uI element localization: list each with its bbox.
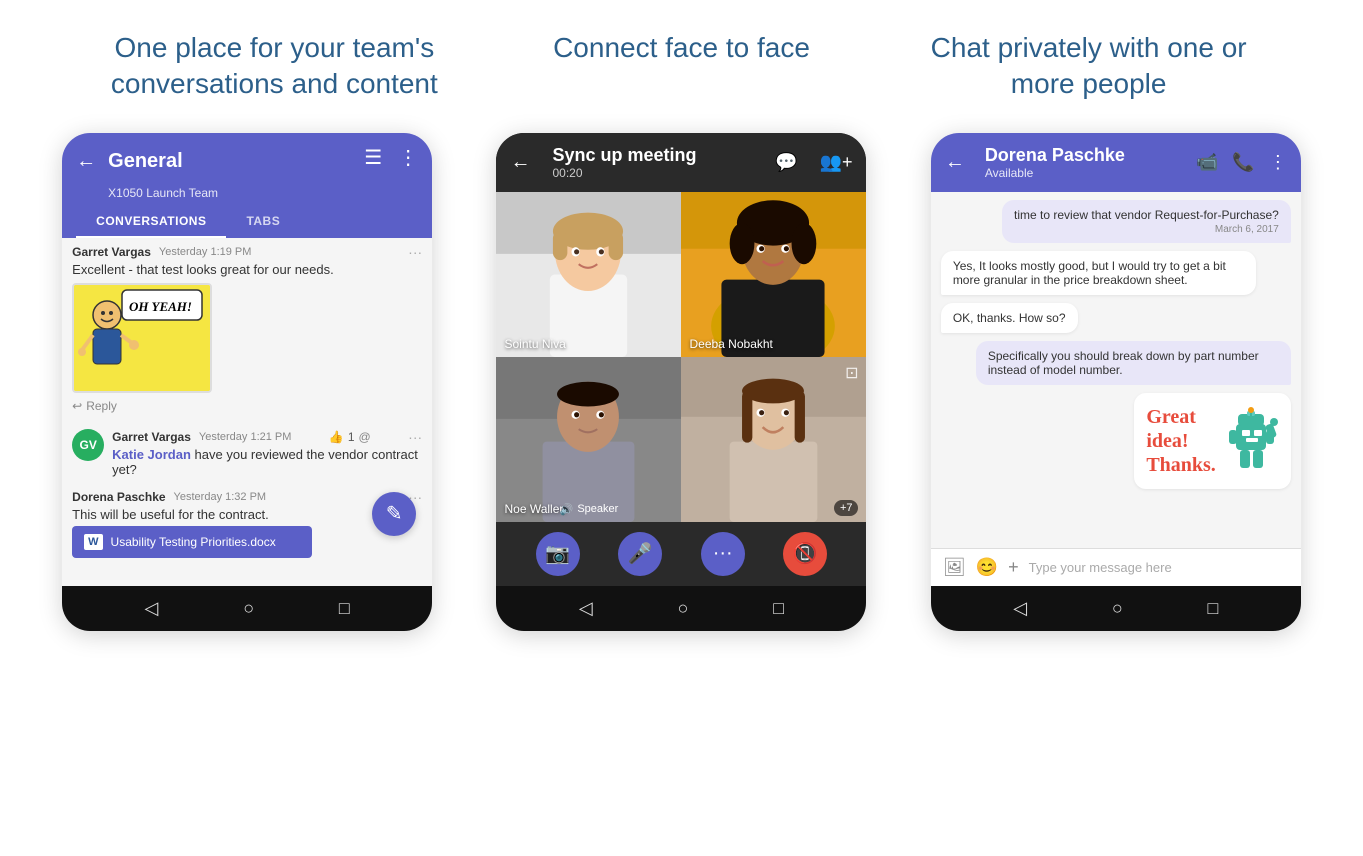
more-icon-3[interactable]: ⋮ (1269, 152, 1287, 173)
msg-dots[interactable]: ··· (408, 244, 422, 260)
msg-dots-2[interactable]: ··· (408, 429, 422, 445)
more-button[interactable]: ··· (701, 532, 745, 576)
video-cell-4: ⊡ (681, 357, 866, 522)
heading-2: Connect face to face (553, 30, 810, 103)
contact-status: Available (985, 166, 1188, 180)
back-nav-icon[interactable]: ◁ (145, 598, 159, 619)
msg-bubble-1: time to review that vendor Request-for-P… (1002, 200, 1291, 243)
video-call-icon[interactable]: 📹 (1196, 152, 1218, 173)
video-cell-3: Noe Wallen 🔊 Speaker (496, 357, 681, 522)
call-controls: 📷 🎤 ··· 📵 (496, 522, 866, 586)
back-button-3[interactable]: ← (945, 151, 965, 174)
message-2: GV Garret Vargas Yesterday 1:21 PM 👍1@ ·… (62, 423, 432, 483)
heading-3: Chat privately with one or more people (899, 30, 1279, 103)
word-icon: W (84, 534, 102, 550)
phone3-input-bar: 🖼 😊 + Type your message here (931, 548, 1301, 586)
person3-label: Noe Wallen (504, 502, 566, 516)
message-input[interactable]: Type your message here (1029, 560, 1289, 575)
back-nav-3[interactable]: ◁ (1013, 598, 1027, 619)
chat-icon[interactable]: ☰ (364, 145, 382, 170)
meeting-title: Sync up meeting (552, 145, 696, 165)
end-call-button[interactable]: 📵 (783, 532, 827, 576)
emoji-icon[interactable]: 😊 (976, 557, 998, 578)
phone1-header: ← General ☰ ⋮ X1050 Launch Team CONVERSA… (62, 133, 432, 238)
phone2-nav: ◁ ○ □ (496, 586, 866, 631)
sticker-msg: Great idea! Thanks. (1134, 393, 1291, 489)
add-icon[interactable]: + (1008, 557, 1019, 578)
screen-share-icon: ⊡ (845, 363, 858, 383)
phone3-header: ← Dorena Paschke Available 📹 📞 ⋮ (931, 133, 1301, 192)
meeting-timer: 00:20 (552, 166, 696, 180)
phone3-nav: ◁ ○ □ (931, 586, 1301, 631)
recents-nav-icon[interactable]: □ (339, 598, 350, 619)
mic-button[interactable]: 🎤 (618, 532, 662, 576)
reply-button[interactable]: ↩ Reply (72, 399, 422, 413)
video-grid: Sointu Niva (496, 192, 866, 522)
voice-call-icon[interactable]: 📞 (1232, 152, 1254, 173)
contact-name: Dorena Paschke (985, 145, 1188, 166)
home-nav-icon[interactable]: ○ (243, 598, 254, 619)
video-cell-1: Sointu Niva (496, 192, 681, 357)
home-nav-3[interactable]: ○ (1112, 598, 1123, 619)
phone3-body: time to review that vendor Request-for-P… (931, 192, 1301, 548)
svg-text:OH YEAH!: OH YEAH! (129, 299, 192, 314)
tab-tabs[interactable]: TABS (226, 206, 300, 238)
recents-nav-3[interactable]: □ (1208, 598, 1219, 619)
image-icon[interactable]: 🖼 (943, 557, 966, 578)
phone-3: ← Dorena Paschke Available 📹 📞 ⋮ ti (931, 133, 1301, 631)
phone-1: ← General ☰ ⋮ X1050 Launch Team CONVERSA… (62, 133, 432, 631)
video-cell-2: Deeba Nobakht (681, 192, 866, 357)
reactions: 👍1@ (329, 430, 371, 444)
person1-label: Sointu Niva (504, 337, 565, 351)
phone2-header: ← Sync up meeting 00:20 💬 👥+ (496, 133, 866, 192)
avatar-garret: GV (72, 429, 104, 461)
msg-bubble-2: Yes, It looks mostly good, but I would t… (941, 251, 1256, 295)
compose-button[interactable]: ✎ (372, 492, 416, 536)
sticker: OH YEAH! (72, 283, 212, 393)
file-attachment[interactable]: W Usability Testing Priorities.docx (72, 526, 312, 558)
phone1-nav: ◁ ○ □ (62, 586, 432, 631)
home-nav-2[interactable]: ○ (678, 598, 689, 619)
channel-subtitle: X1050 Launch Team (108, 186, 418, 200)
chat-icon-2[interactable]: 💬 (775, 152, 797, 173)
plus-badge: +7 (834, 500, 859, 516)
recents-nav-2[interactable]: □ (773, 598, 784, 619)
speaker-badge: 🔊 Speaker (560, 503, 619, 516)
channel-title: General (108, 150, 364, 173)
camera-button[interactable]: 📷 (536, 532, 580, 576)
tab-conversations[interactable]: CONVERSATIONS (76, 206, 226, 238)
more-icon[interactable]: ⋮ (398, 145, 418, 170)
msg-bubble-3: OK, thanks. How so? (941, 303, 1078, 333)
msg-bubble-4: Specifically you should break down by pa… (976, 341, 1291, 385)
back-button[interactable]: ← (76, 150, 96, 173)
message-1: Garret Vargas Yesterday 1:19 PM ··· Exce… (62, 238, 432, 419)
add-people-icon[interactable]: 👥+ (820, 152, 853, 173)
heading-1: One place for your team's conversations … (84, 30, 464, 103)
person2-label: Deeba Nobakht (689, 337, 772, 351)
back-nav-2[interactable]: ◁ (579, 598, 593, 619)
phone-2: ← Sync up meeting 00:20 💬 👥+ (496, 133, 866, 631)
back-button-2[interactable]: ← (510, 151, 530, 174)
